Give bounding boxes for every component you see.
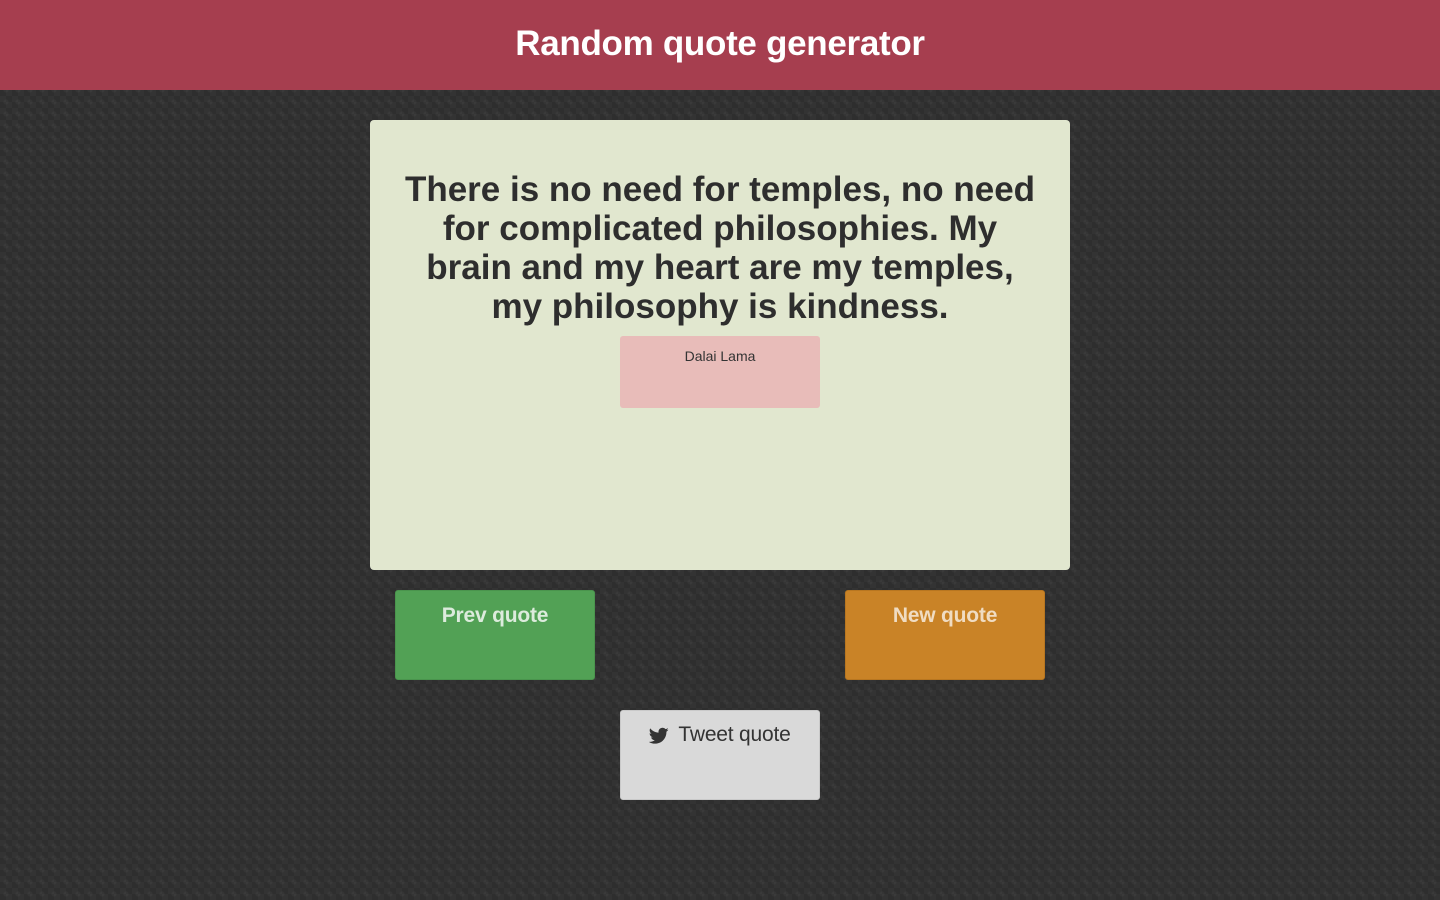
quote-text: There is no need for temples, no need fo…	[404, 170, 1036, 326]
new-quote-button[interactable]: New quote	[845, 590, 1045, 680]
quote-card: There is no need for temples, no need fo…	[370, 120, 1070, 570]
tweet-quote-button[interactable]: Tweet quote	[620, 710, 820, 800]
twitter-icon	[649, 727, 670, 745]
tweet-quote-label: Tweet quote	[678, 723, 791, 746]
quote-author: Dalai Lama	[620, 336, 820, 408]
prev-quote-button[interactable]: Prev quote	[395, 590, 595, 680]
page-header: Random quote generator	[0, 0, 1440, 90]
page-title: Random quote generator	[515, 24, 925, 63]
